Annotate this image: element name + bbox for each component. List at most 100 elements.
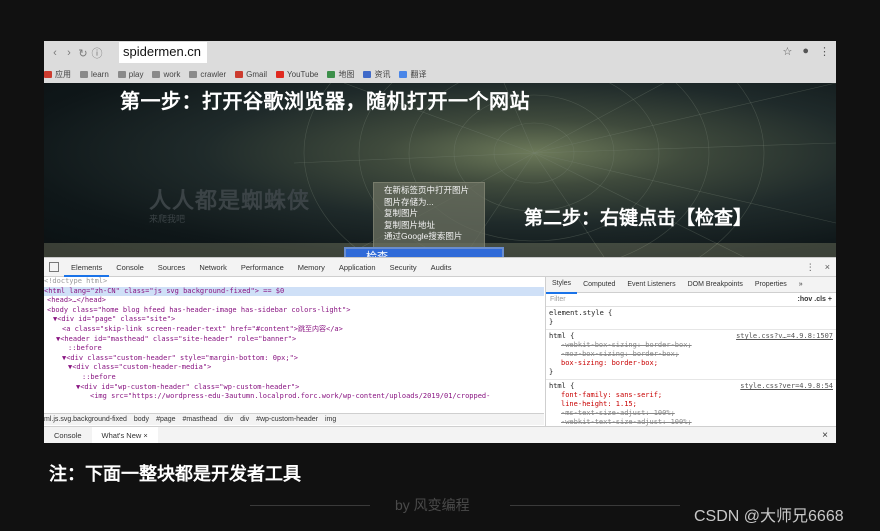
- dom-line[interactable]: <a class="skip-link screen-reader-text" …: [44, 325, 544, 335]
- devtools-menu-icon[interactable]: ⋮: [806, 262, 815, 273]
- hover-state-button[interactable]: :hov: [798, 296, 813, 303]
- menu-item-save-image[interactable]: 图片存储为...: [374, 197, 484, 209]
- bookmark-work[interactable]: work: [152, 70, 180, 79]
- site-subtitle: 来爬我吧: [149, 214, 186, 224]
- news-icon: [363, 70, 372, 78]
- info-icon[interactable]: ⓘ: [90, 45, 104, 61]
- menu-item-copy-image-url[interactable]: 复制图片地址: [374, 220, 484, 232]
- tab-elements[interactable]: Elements: [64, 258, 110, 277]
- bookmark-youtube[interactable]: YouTube: [276, 70, 318, 79]
- css-property[interactable]: -ms-text-size-adjust: 100%;: [549, 409, 833, 418]
- class-toggle-button[interactable]: .cls: [814, 296, 826, 303]
- drawer-tab-console[interactable]: Console: [44, 427, 92, 444]
- csdn-watermark: CSDN @大师兄6668: [694, 508, 844, 525]
- step2-annotation: 第二步：右键点击【检查】: [524, 208, 753, 229]
- tab-properties[interactable]: Properties: [749, 277, 793, 293]
- chrome-window: ‹ › ↻ ⓘ spidermen.cn ☆ ● ⋮ 应用 learn play…: [44, 41, 836, 443]
- dom-line[interactable]: ::before: [44, 373, 544, 383]
- dom-line[interactable]: ::before: [44, 344, 544, 354]
- tab-audits[interactable]: Audits: [424, 258, 459, 277]
- rule-source-link[interactable]: style.css?v…=4.9.8:1507: [736, 332, 833, 341]
- page-content[interactable]: 第一步：打开谷歌浏览器，随机打开一个网站 人人都是蜘蛛侠 来爬我吧 在新标签页中…: [44, 83, 836, 257]
- tab-sources[interactable]: Sources: [151, 258, 193, 277]
- bookmark-gmail[interactable]: Gmail: [235, 70, 267, 79]
- menu-item-open-image[interactable]: 在新标签页中打开图片: [374, 185, 484, 197]
- site-title[interactable]: 人人都是蜘蛛侠: [149, 183, 310, 215]
- css-property[interactable]: line-height: 1.15;: [549, 400, 833, 409]
- css-property[interactable]: -webkit-text-size-adjust: 100%;: [549, 418, 833, 426]
- css-rules[interactable]: element.style { } style.css?v…=4.9.8:150…: [546, 307, 836, 426]
- rule-source-link[interactable]: style.css?ver=4.9.8:54: [740, 382, 833, 391]
- tab-network[interactable]: Network: [192, 258, 234, 277]
- menu-item-inspect[interactable]: 检查: [344, 247, 504, 257]
- css-property[interactable]: font-family: sans-serif;: [549, 391, 833, 400]
- bookmark-apps[interactable]: 应用: [44, 69, 71, 80]
- dom-line[interactable]: ▼<header id="masthead" class="site-heade…: [44, 335, 544, 345]
- avatar-icon[interactable]: ●: [802, 45, 809, 58]
- breadcrumb-item[interactable]: #masthead: [183, 416, 218, 423]
- element-style-rule[interactable]: element.style {: [549, 309, 833, 318]
- dom-line[interactable]: <head>…</head>: [44, 296, 544, 306]
- footer-divider-left: [250, 505, 370, 506]
- tab-dom-breakpoints[interactable]: DOM Breakpoints: [682, 277, 749, 293]
- breadcrumb-item[interactable]: #page: [156, 416, 175, 423]
- bookmark-translate[interactable]: 翻译: [399, 69, 426, 80]
- tab-memory[interactable]: Memory: [291, 258, 332, 277]
- dom-line[interactable]: <img src="https://wordpress-edu-3autumn.…: [44, 392, 544, 402]
- breadcrumb-item[interactable]: #wp-custom-header: [256, 416, 318, 423]
- drawer-tab-whats-new[interactable]: What's New ×: [91, 426, 158, 443]
- tab-styles[interactable]: Styles: [546, 277, 578, 294]
- bookmark-crawler[interactable]: crawler: [189, 70, 226, 79]
- device-toggle-icon[interactable]: [49, 262, 59, 272]
- dom-line[interactable]: ▼<div class="custom-header-media">: [44, 363, 544, 373]
- styles-filter-input[interactable]: Filter: [550, 296, 566, 303]
- dom-line-selected[interactable]: <html lang="zh-CN" class="js svg backgro…: [44, 286, 544, 297]
- bookmark-maps[interactable]: 地图: [327, 69, 354, 80]
- breadcrumb-item[interactable]: body: [134, 416, 149, 423]
- css-property[interactable]: box-sizing: border-box;: [549, 359, 833, 368]
- menu-item-copy-image[interactable]: 复制图片: [374, 208, 484, 220]
- back-icon[interactable]: ‹: [48, 45, 62, 61]
- gmail-icon: [235, 70, 244, 78]
- css-property[interactable]: -webkit-box-sizing: border-box;: [549, 341, 833, 350]
- tab-event-listeners[interactable]: Event Listeners: [621, 277, 681, 293]
- dom-line[interactable]: ▼<div id="wp-custom-header" class="wp-cu…: [44, 383, 544, 393]
- css-rule-html[interactable]: style.css?v…=4.9.8:1507 html {: [549, 332, 833, 341]
- bookmarks-bar: 应用 learn play work crawler Gmail YouTube…: [44, 65, 836, 83]
- devtools-tabs: Elements Console Sources Network Perform…: [44, 258, 836, 277]
- rule-selector[interactable]: html {: [549, 332, 574, 340]
- rule-divider: [546, 329, 836, 330]
- breadcrumb-item[interactable]: div: [224, 416, 233, 423]
- rule-close: }: [549, 368, 554, 376]
- devtools-close-icon[interactable]: ×: [825, 262, 830, 273]
- css-property[interactable]: -moz-box-sizing: border-box;: [549, 350, 833, 359]
- menu-icon[interactable]: ⋮: [819, 45, 830, 58]
- tab-computed[interactable]: Computed: [577, 277, 621, 293]
- breadcrumb-item[interactable]: ml.js.svg.background-fixed: [44, 416, 127, 423]
- menu-item-search-image[interactable]: 通过Google搜索图片: [374, 231, 484, 243]
- breadcrumb: ml.js.svg.background-fixed body #page #m…: [44, 413, 544, 425]
- rule-selector[interactable]: html {: [549, 382, 574, 390]
- breadcrumb-item[interactable]: div: [240, 416, 249, 423]
- reload-icon[interactable]: ↻: [76, 45, 90, 61]
- tab-application[interactable]: Application: [332, 258, 383, 277]
- tab-console[interactable]: Console: [109, 258, 151, 277]
- bookmark-learn[interactable]: learn: [80, 70, 109, 79]
- dom-line[interactable]: ▼<div class="custom-header" style="margi…: [44, 354, 544, 364]
- dom-line[interactable]: ▼<div id="page" class="site">: [44, 315, 544, 325]
- tab-performance[interactable]: Performance: [234, 258, 291, 277]
- url-input[interactable]: spidermen.cn: [119, 42, 207, 63]
- tab-security[interactable]: Security: [383, 258, 424, 277]
- breadcrumb-item[interactable]: img: [325, 416, 336, 423]
- drawer-close-icon[interactable]: ×: [822, 430, 828, 441]
- new-rule-button[interactable]: +: [828, 296, 832, 303]
- elements-tree[interactable]: <!doctype html> <html lang="zh-CN" class…: [44, 277, 544, 413]
- bookmark-news[interactable]: 资讯: [363, 69, 390, 80]
- dom-line[interactable]: <!doctype html>: [44, 277, 544, 287]
- forward-icon[interactable]: ›: [62, 45, 76, 61]
- dom-line[interactable]: <body class="home blog hfeed has-header-…: [44, 306, 544, 316]
- bookmark-play[interactable]: play: [117, 70, 143, 79]
- css-rule-html[interactable]: style.css?ver=4.9.8:54 html {: [549, 382, 833, 391]
- more-tabs-icon[interactable]: »: [793, 277, 809, 293]
- star-icon[interactable]: ☆: [782, 45, 792, 58]
